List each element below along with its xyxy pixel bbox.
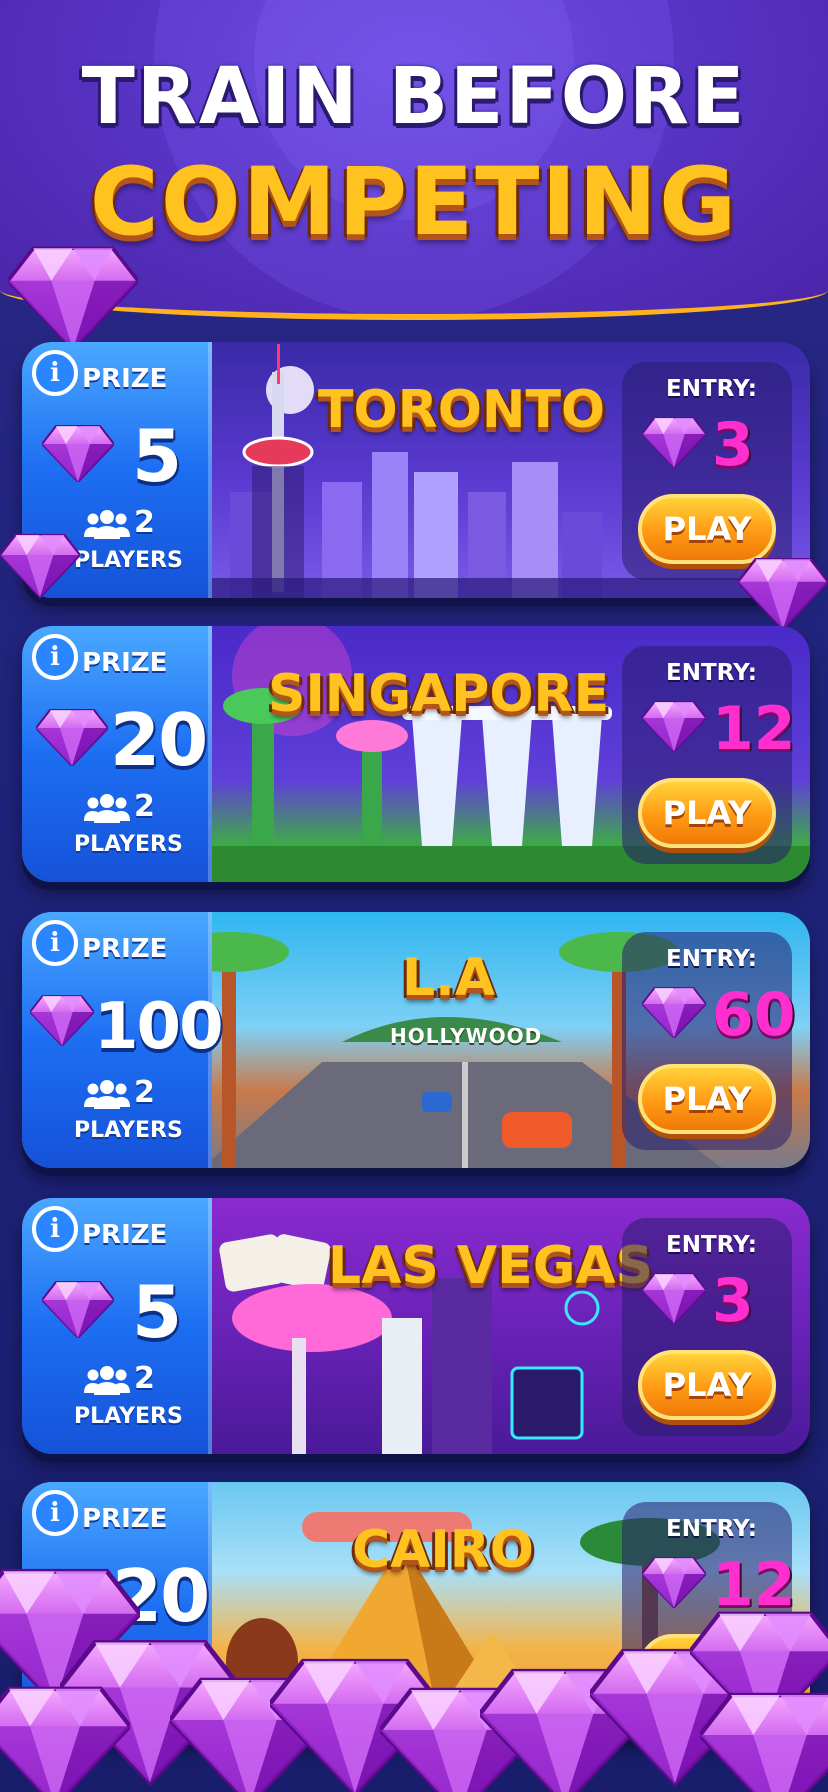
prize-panel: i PRIZE 20 2 PLAYERS (22, 626, 212, 882)
play-button[interactable]: PLAY (638, 1350, 776, 1420)
tournament-card-singapore[interactable]: i PRIZE 20 2 PLAYERS SINGAPORE ENTRY: 12… (22, 626, 810, 882)
entry-label: ENTRY: (666, 946, 757, 972)
players-label: PLAYERS (74, 1404, 183, 1429)
city-name: L.A (402, 948, 496, 1008)
tournament-card-la[interactable]: i PRIZE 100 2 PLAYERS L.A HOLLYWOOD ENTR… (22, 912, 810, 1168)
prize-label: PRIZE (82, 364, 168, 394)
prize-gem-icon (36, 709, 108, 766)
entry-gem-icon (642, 701, 706, 752)
prize-label: PRIZE (82, 1220, 168, 1250)
entry-gem-icon (642, 1273, 706, 1324)
entry-value: 12 (712, 694, 796, 764)
info-icon[interactable]: i (32, 350, 78, 396)
city-name: TORONTO (318, 380, 606, 440)
title-line-2: COMPETING (89, 148, 739, 257)
info-icon[interactable]: i (32, 1206, 78, 1252)
players-icon (84, 1080, 130, 1109)
floating-gem-icon (0, 533, 80, 599)
players-count: 2 (134, 1075, 155, 1110)
prize-label: PRIZE (82, 648, 168, 678)
prize-value: 5 (132, 414, 182, 498)
entry-value: 60 (712, 980, 796, 1050)
entry-panel: ENTRY: 12 PLAY (622, 646, 796, 864)
players-icon (84, 1366, 130, 1395)
city-name: LAS VEGAS (328, 1236, 654, 1296)
players-count: 2 (134, 505, 155, 540)
prize-value: 100 (94, 990, 224, 1064)
prize-label: PRIZE (82, 1504, 168, 1534)
entry-label: ENTRY: (666, 1232, 757, 1258)
prize-value: 5 (132, 1270, 182, 1354)
entry-gem-icon (642, 987, 706, 1038)
city-name: SINGAPORE (268, 664, 610, 724)
tournament-card-las-vegas[interactable]: i PRIZE 5 2 PLAYERS LAS VEGAS ENTRY: 3 P… (22, 1198, 810, 1454)
prize-panel: i PRIZE 5 2 PLAYERS (22, 1198, 212, 1454)
hollywood-sign: HOLLYWOOD (390, 1024, 543, 1048)
players-icon (84, 510, 130, 539)
prize-gem-icon (42, 425, 114, 482)
info-icon[interactable]: i (32, 920, 78, 966)
title-line-1: TRAIN BEFORE (81, 52, 747, 142)
gem-pile-decoration (0, 1540, 828, 1792)
entry-label: ENTRY: (666, 376, 757, 402)
entry-panel: ENTRY: 60 PLAY (622, 932, 796, 1150)
prize-gem-icon (42, 1281, 114, 1338)
prize-label: PRIZE (82, 934, 168, 964)
info-icon[interactable]: i (32, 634, 78, 680)
players-count: 2 (134, 1361, 155, 1396)
entry-label: ENTRY: (666, 1516, 757, 1542)
entry-value: 3 (712, 1266, 754, 1336)
floating-gem-icon (8, 246, 138, 352)
entry-panel: ENTRY: 3 PLAY (622, 1218, 792, 1436)
tournament-card-toronto[interactable]: i PRIZE 5 2 PLAYERS TORONTO ENTRY: 3 PLA… (22, 342, 810, 598)
prize-value: 20 (110, 698, 208, 782)
entry-value: 3 (712, 410, 754, 480)
players-label: PLAYERS (74, 832, 183, 857)
info-icon[interactable]: i (32, 1490, 78, 1536)
entry-gem-icon (642, 417, 706, 468)
entry-label: ENTRY: (666, 660, 757, 686)
players-label: PLAYERS (74, 548, 183, 573)
prize-panel: i PRIZE 100 2 PLAYERS (22, 912, 224, 1168)
floating-gem-icon (738, 557, 828, 631)
play-button[interactable]: PLAY (638, 778, 776, 848)
players-count: 2 (134, 789, 155, 824)
prize-gem-icon (30, 995, 94, 1046)
players-label: PLAYERS (74, 1118, 183, 1143)
play-button[interactable]: PLAY (638, 1064, 776, 1134)
players-icon (84, 794, 130, 823)
